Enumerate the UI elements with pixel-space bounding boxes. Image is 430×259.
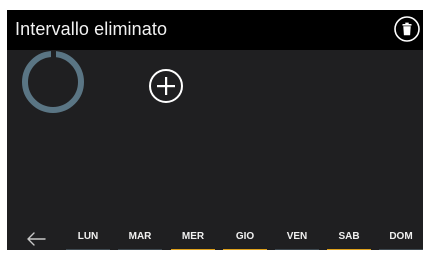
day-label: SAB	[338, 231, 360, 242]
day-underline	[118, 249, 162, 250]
app-screen: Intervallo eliminato LUN MAR MER GIO VEN…	[7, 10, 423, 250]
day-tab-mar[interactable]: MAR	[118, 228, 162, 250]
day-tab-dom[interactable]: DOM	[379, 228, 423, 250]
add-interval-button[interactable]	[148, 68, 184, 104]
day-label: DOM	[389, 231, 413, 242]
day-tab-lun[interactable]: LUN	[66, 228, 110, 250]
day-tab-mer[interactable]: MER	[171, 228, 215, 250]
day-underline	[66, 249, 110, 250]
day-tab-ven[interactable]: VEN	[275, 228, 319, 250]
delete-button[interactable]	[393, 15, 421, 43]
header-bar: Intervallo eliminato	[7, 10, 423, 50]
day-label: LUN	[77, 231, 99, 242]
day-tab-gio[interactable]: GIO	[223, 228, 267, 250]
day-label: VEN	[286, 231, 308, 242]
day-underline	[379, 249, 423, 250]
day-label: MER	[181, 231, 205, 242]
page-title: Intervallo eliminato	[15, 19, 168, 39]
arrow-left-icon	[27, 232, 46, 246]
day-underline-selected	[171, 248, 215, 250]
day-label: GIO	[235, 231, 255, 242]
day-tab-sab[interactable]: SAB	[327, 228, 371, 250]
day-underline	[275, 249, 319, 250]
day-selector-bar: LUN MAR MER GIO VEN SAB DOM	[7, 228, 423, 250]
day-label: MAR	[128, 231, 152, 242]
interval-ring[interactable]	[22, 50, 84, 113]
day-underline-selected	[223, 248, 267, 250]
day-underline-selected	[327, 248, 371, 250]
trash-icon	[394, 16, 420, 42]
back-button[interactable]	[25, 231, 47, 247]
ring-gap	[51, 50, 56, 58]
plus-circle-icon	[149, 69, 183, 103]
